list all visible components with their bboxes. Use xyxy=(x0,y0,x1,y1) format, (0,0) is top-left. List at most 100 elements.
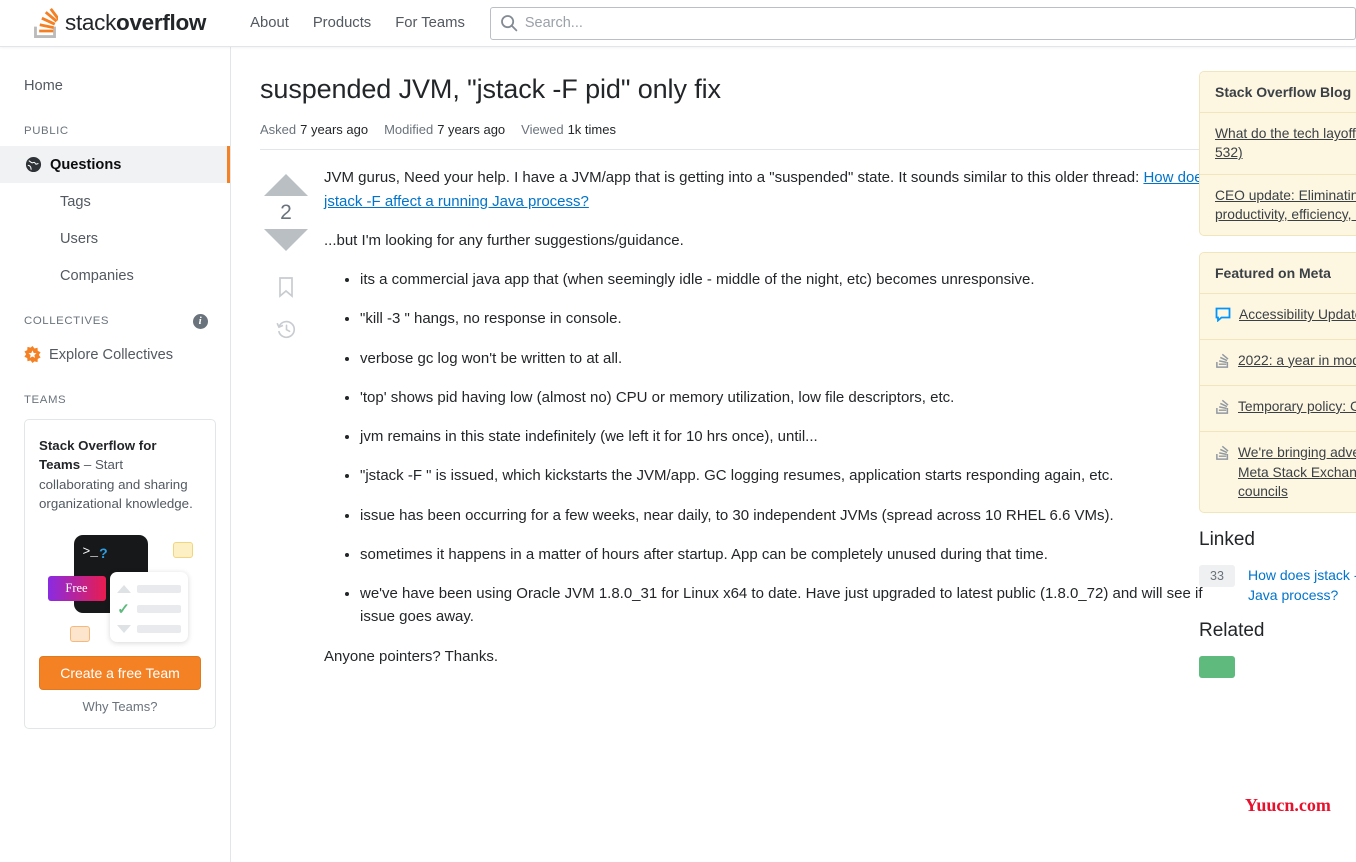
nav-products[interactable]: Products xyxy=(301,0,383,47)
stackoverflow-logo-icon xyxy=(32,8,61,38)
meta-widget-item[interactable]: Temporary policy: ChatGPT is banned xyxy=(1200,386,1356,433)
sidebar-heading-collectives-label: COLLECTIVES xyxy=(24,315,110,327)
meta-modified-label: Modified xyxy=(384,122,434,138)
meta-item-text: We're bringing advertisements back to Me… xyxy=(1238,445,1356,499)
placeholder-bar xyxy=(136,624,181,633)
blog-item-text: What do the tech layoffs really tell us?… xyxy=(1215,126,1356,161)
linked-heading: Linked xyxy=(1199,529,1255,551)
sidebar-item-tags[interactable]: Tags xyxy=(0,183,230,220)
sidebar-item-label: Users xyxy=(60,230,99,247)
meta-item-text: 2022: a year in moderation xyxy=(1238,352,1356,368)
answer-card-illustration: ✓ xyxy=(109,572,188,643)
teams-promo-text: Stack Overflow for Teams – Start collabo… xyxy=(39,436,201,513)
list-item: verbose gc log won't be written to at al… xyxy=(360,347,1219,370)
blog-widget-title: Stack Overflow Blog xyxy=(1200,72,1356,113)
sidebar-item-label: Companies xyxy=(60,267,134,284)
sidebar-item-home[interactable]: Home xyxy=(0,67,230,104)
sidebar-item-label: Tags xyxy=(60,193,91,210)
right-sidebar: Stack Overflow Blog What do the tech lay… xyxy=(1199,47,1356,862)
sidebar-item-questions[interactable]: Questions xyxy=(0,146,230,183)
left-sidebar: Home PUBLIC Questions Tags Users Compani… xyxy=(0,47,231,862)
related-question-row xyxy=(1199,655,1356,678)
question-mark-text: ? xyxy=(99,545,108,562)
blog-widget-item[interactable]: CEO update: Eliminating obstacles to pro… xyxy=(1200,175,1356,236)
meta-viewed-label: Viewed xyxy=(521,122,564,138)
illustration-row xyxy=(116,620,181,637)
sidebar-heading-public: PUBLIC xyxy=(24,125,69,137)
search-container xyxy=(489,0,1356,47)
illustration-row xyxy=(116,580,181,597)
meta-stack-icon xyxy=(1215,445,1230,501)
sidebar-item-explore-collectives[interactable]: Explore Collectives xyxy=(0,336,230,373)
logo-text-bold: overflow xyxy=(116,10,207,35)
meta-item-text: Accessibility Update: Colors xyxy=(1239,307,1356,323)
question-paragraph-1: JVM gurus, Need your help. I have a JVM/… xyxy=(324,166,1219,213)
sidebar-heading-collectives: COLLECTIVES i xyxy=(0,310,230,332)
meta-asked-label: Asked xyxy=(260,122,297,138)
create-free-team-button[interactable]: Create a free Team xyxy=(39,656,201,691)
sidebar-item-companies[interactable]: Companies xyxy=(0,257,230,294)
downvote-arrow-icon xyxy=(116,624,131,633)
globe-icon xyxy=(24,156,42,174)
sidebar-item-label: Home xyxy=(24,77,63,94)
list-item: issue has been occurring for a few weeks… xyxy=(360,504,1219,527)
meta-widget-item[interactable]: We're bringing advertisements back to Me… xyxy=(1200,432,1356,512)
vote-count: 2 xyxy=(280,201,292,225)
search-box[interactable] xyxy=(489,6,1356,40)
meta-viewed-value: 1k times xyxy=(567,122,616,138)
sidebar-item-users[interactable]: Users xyxy=(0,220,230,257)
orange-speech-bubble-icon xyxy=(69,626,90,643)
meta-asked-value: 7 years ago xyxy=(300,122,369,138)
yellow-speech-bubble-icon xyxy=(172,542,193,559)
watermark: Yuucn.com xyxy=(1245,795,1331,815)
nav-about[interactable]: About xyxy=(238,0,301,47)
list-item: 'top' shows pid having low (almost no) C… xyxy=(360,386,1219,409)
blog-widget: Stack Overflow Blog What do the tech lay… xyxy=(1199,71,1356,237)
collectives-star-icon xyxy=(24,346,41,363)
meta-widget-title: Featured on Meta xyxy=(1200,253,1356,295)
logo-text-light: stack xyxy=(65,10,117,35)
related-score-badge xyxy=(1199,655,1235,678)
bookmark-icon[interactable] xyxy=(276,276,296,303)
list-item: "kill -3 " hangs, no response in console… xyxy=(360,307,1219,330)
blog-widget-item[interactable]: What do the tech layoffs really tell us?… xyxy=(1200,113,1356,175)
question-closing-paragraph: Anyone pointers? Thanks. xyxy=(324,647,499,665)
paragraph-1-text: JVM gurus, Need your help. I have a JVM/… xyxy=(324,169,1144,187)
search-input[interactable] xyxy=(524,7,1355,39)
list-item: "jstack -F " is issued, which kickstarts… xyxy=(360,464,1219,487)
speech-bubble-icon xyxy=(1215,307,1231,327)
meta-asked: Asked 7 years ago xyxy=(260,122,368,137)
linked-question-link[interactable]: How does jstack -F affect a running Java… xyxy=(1248,565,1356,606)
blog-item-text: CEO update: Eliminating obstacles to pro… xyxy=(1215,187,1356,222)
history-icon[interactable] xyxy=(275,319,297,345)
linked-question-row: 33 How does jstack -F affect a running J… xyxy=(1199,565,1356,606)
meta-modified: Modified 7 years ago xyxy=(384,122,505,137)
sidebar-heading-teams: TEAMS xyxy=(24,394,67,406)
placeholder-bar xyxy=(136,584,181,593)
downvote-arrow-icon[interactable] xyxy=(264,229,308,252)
meta-widget-item[interactable]: Accessibility Update: Colors xyxy=(1200,294,1356,340)
why-teams-link[interactable]: Why Teams? xyxy=(39,699,201,714)
meta-widget-item[interactable]: 2022: a year in moderation xyxy=(1200,340,1356,386)
featured-meta-widget: Featured on Meta Accessibility Update: C… xyxy=(1199,252,1356,514)
question-body: JVM gurus, Need your help. I have a JVM/… xyxy=(324,166,1219,684)
list-item: its a commercial java app that (when see… xyxy=(360,268,1219,291)
terminal-prompt-text: >_ xyxy=(82,544,99,560)
question-post: 2 JVM gurus, Need your help. I have a JV… xyxy=(260,166,1356,684)
vote-cell: 2 xyxy=(260,166,312,684)
illustration-row: ✓ xyxy=(117,600,181,618)
list-item: sometimes it happens in a matter of hour… xyxy=(360,543,1219,566)
nav-for-teams[interactable]: For Teams xyxy=(383,0,477,47)
stackoverflow-logo-link[interactable]: stackoverflow xyxy=(32,0,206,47)
upvote-arrow-icon[interactable] xyxy=(264,174,308,197)
sidebar-item-label: Explore Collectives xyxy=(49,346,174,363)
top-navigation-bar: stackoverflow About Products For Teams xyxy=(0,0,1356,47)
search-icon xyxy=(500,14,518,32)
page-title: suspended JVM, "jstack -F pid" only fix xyxy=(260,74,721,104)
question-metadata: Asked 7 years ago Modified 7 years ago Vie… xyxy=(260,122,1338,151)
related-heading: Related xyxy=(1199,619,1265,641)
main-content: suspended JVM, "jstack -F pid" only fix … xyxy=(231,47,1356,862)
info-icon[interactable]: i xyxy=(193,313,208,329)
meta-stack-icon xyxy=(1215,399,1230,420)
upvote-arrow-icon xyxy=(116,584,131,593)
